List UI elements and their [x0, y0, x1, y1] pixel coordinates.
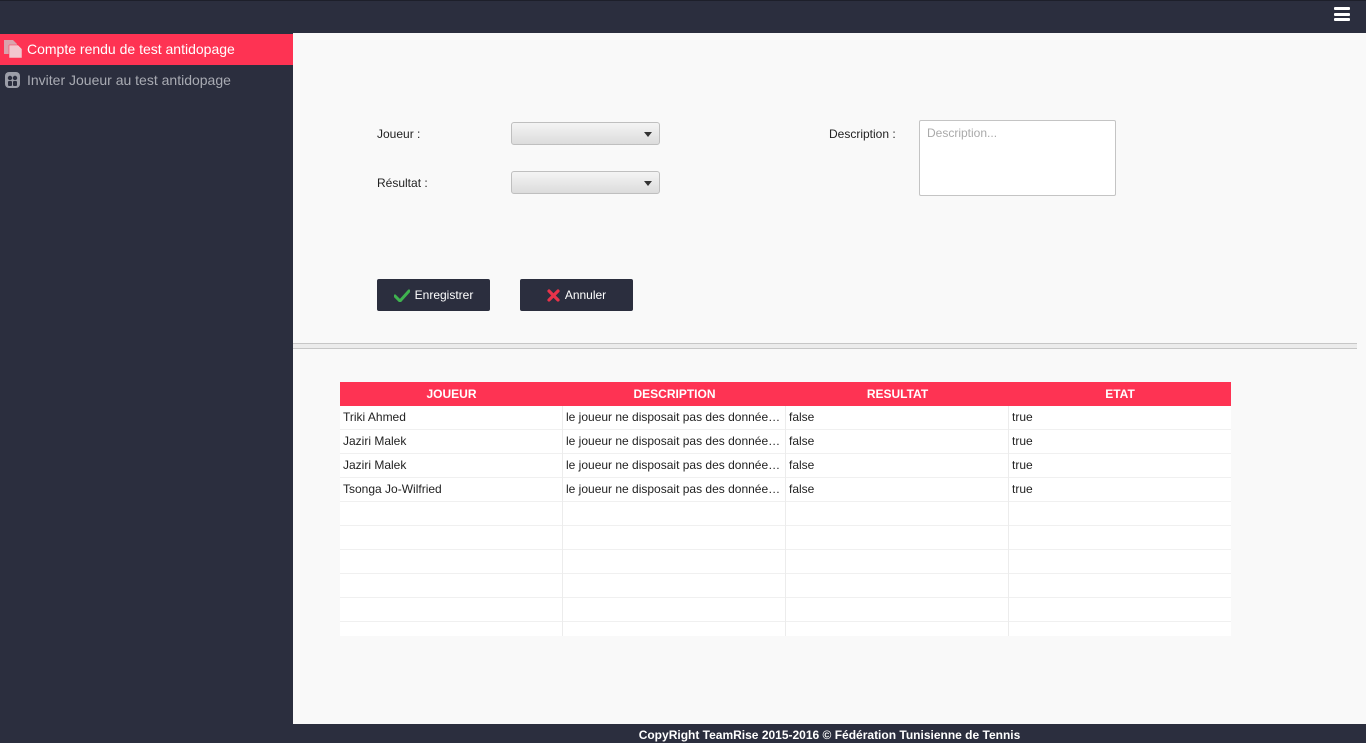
cancel-button[interactable]: Annuler	[520, 279, 633, 311]
empty-table-row	[340, 550, 1231, 574]
description-label: Description :	[829, 127, 896, 141]
cell-description: le joueur ne disposait pas des données m…	[563, 478, 786, 502]
document-icon	[4, 40, 22, 59]
cell-etat: true	[1012, 482, 1033, 496]
section-divider	[293, 343, 1357, 349]
cell-joueur: Jaziri Malek	[340, 454, 563, 478]
column-header-resultat[interactable]: RESULTAT	[786, 382, 1009, 406]
cell-etat: true	[1012, 434, 1033, 448]
resultat-label: Résultat :	[377, 176, 428, 190]
table-row[interactable]: Jaziri Malek le joueur ne disposait pas …	[340, 454, 1231, 478]
empty-table-row	[340, 526, 1231, 550]
empty-table-row	[340, 502, 1231, 526]
save-button[interactable]: Enregistrer	[377, 279, 490, 311]
column-header-description[interactable]: DESCRIPTION	[563, 382, 786, 406]
top-bar	[0, 0, 1366, 33]
cell-description: le joueur ne disposait pas des données m…	[563, 406, 786, 430]
cancel-button-label: Annuler	[564, 288, 607, 302]
table-row[interactable]: Jaziri Malek le joueur ne disposait pas …	[340, 430, 1231, 454]
resultat-select[interactable]	[511, 171, 660, 194]
empty-table-row	[340, 622, 1231, 636]
sidebar: Compte rendu de test antidopage Inviter …	[0, 33, 293, 724]
cell-description: le joueur ne disposait pas des données m…	[563, 430, 786, 454]
table-row[interactable]: Triki Ahmed le joueur ne disposait pas d…	[340, 406, 1231, 430]
joueur-label: Joueur :	[377, 127, 421, 141]
cell-resultat: false	[786, 430, 1009, 454]
chevron-down-icon	[644, 132, 652, 137]
results-table: JOUEUR DESCRIPTION RESULTAT ETAT Triki A…	[340, 382, 1231, 636]
hamburger-icon[interactable]	[1334, 7, 1350, 21]
description-textarea[interactable]	[919, 120, 1116, 196]
empty-table-row	[340, 574, 1231, 598]
column-header-joueur[interactable]: JOUEUR	[340, 382, 563, 406]
column-header-etat[interactable]: ETAT	[1009, 382, 1231, 406]
cell-resultat: false	[786, 478, 1009, 502]
cell-etat: true	[1012, 410, 1033, 424]
chevron-down-icon	[644, 181, 652, 186]
cell-description: le joueur ne disposait pas des données m…	[563, 454, 786, 478]
main-content: Joueur : Résultat : Description : Enregi…	[293, 33, 1366, 724]
empty-table-row	[340, 598, 1231, 622]
cell-joueur: Triki Ahmed	[340, 406, 563, 430]
sidebar-item-inviter-joueur[interactable]: Inviter Joueur au test antidopage	[0, 65, 293, 96]
players-icon	[5, 72, 20, 88]
cell-resultat: false	[786, 406, 1009, 430]
cell-joueur: Tsonga Jo-Wilfried	[340, 478, 563, 502]
sidebar-item-label: Inviter Joueur au test antidopage	[27, 72, 231, 88]
cell-etat: true	[1012, 458, 1033, 472]
cell-joueur: Jaziri Malek	[340, 430, 563, 454]
check-icon	[393, 289, 410, 302]
table-header: JOUEUR DESCRIPTION RESULTAT ETAT	[340, 382, 1231, 406]
sidebar-item-label: Compte rendu de test antidopage	[27, 41, 235, 57]
table-row[interactable]: Tsonga Jo-Wilfried le joueur ne disposai…	[340, 478, 1231, 502]
sidebar-item-compte-rendu[interactable]: Compte rendu de test antidopage	[0, 34, 293, 65]
cross-icon	[547, 288, 560, 302]
save-button-label: Enregistrer	[414, 288, 474, 302]
footer: CopyRight TeamRise 2015-2016 © Fédératio…	[0, 724, 1366, 743]
cell-resultat: false	[786, 454, 1009, 478]
copyright-text: CopyRight TeamRise 2015-2016 © Fédératio…	[638, 728, 1021, 742]
joueur-select[interactable]	[511, 122, 660, 145]
